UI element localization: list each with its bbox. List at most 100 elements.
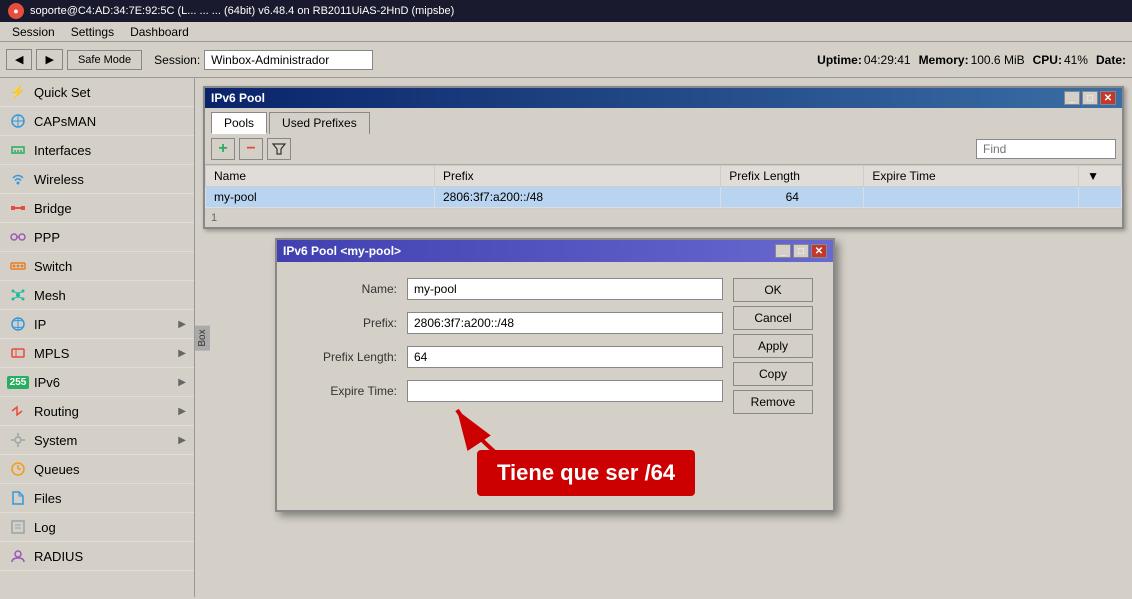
sidebar-item-routing[interactable]: Routing ▶ (0, 397, 194, 426)
prefix-input[interactable] (407, 312, 723, 334)
ipv6-arrow-icon: ▶ (178, 377, 186, 388)
menu-settings[interactable]: Settings (63, 23, 122, 41)
sidebar-item-interfaces[interactable]: Interfaces (0, 136, 194, 165)
window-title: soporte@C4:AD:34:7E:92:5C (L... ... ... … (30, 5, 1124, 17)
expire-time-label: Expire Time: (297, 384, 407, 398)
sidebar-label-ppp: PPP (34, 230, 60, 245)
safe-mode-button[interactable]: Safe Mode (67, 50, 142, 70)
dialog-close-button[interactable]: ✕ (811, 244, 827, 258)
sidebar-item-switch[interactable]: Switch (0, 252, 194, 281)
menu-bar: Session Settings Dashboard (0, 22, 1132, 42)
sidebar-item-mesh[interactable]: Mesh (0, 281, 194, 310)
ip-arrow-icon: ▶ (178, 319, 186, 330)
sidebar-item-ipv6[interactable]: 255 IPv6 ▶ (0, 368, 194, 397)
sidebar-label-queues: Queues (34, 462, 80, 477)
dialog-maximize-button[interactable]: □ (793, 244, 809, 258)
memory-value: 100.6 MiB (971, 53, 1025, 67)
sidebar-label-mpls: MPLS (34, 346, 69, 361)
ppp-icon (8, 227, 28, 247)
sidebar-item-capsman[interactable]: CAPsMAN (0, 107, 194, 136)
sidebar-label-files: Files (34, 491, 61, 506)
ip-icon (8, 314, 28, 334)
cpu-label: CPU: (1033, 53, 1062, 67)
mpls-icon (8, 343, 28, 363)
sidebar-item-mpls[interactable]: MPLS ▶ (0, 339, 194, 368)
sidebar-item-bridge[interactable]: Bridge (0, 194, 194, 223)
date-label: Date: (1096, 53, 1126, 67)
quick-set-icon: ⚡ (8, 82, 28, 102)
dialog-controls: _ □ ✕ (775, 244, 827, 258)
menu-session[interactable]: Session (4, 23, 63, 41)
forward-button[interactable]: ▶ (36, 49, 62, 70)
system-arrow-icon: ▶ (178, 435, 186, 446)
sidebar-item-files[interactable]: Files (0, 484, 194, 513)
sidebar-label-mesh: Mesh (34, 288, 66, 303)
queues-icon (8, 459, 28, 479)
sidebar-item-ip[interactable]: IP ▶ (0, 310, 194, 339)
session-input[interactable] (204, 50, 373, 70)
sidebar-label-system: System (34, 433, 77, 448)
dialog-overlay: IPv6 Pool <my-pool> _ □ ✕ Name: (195, 78, 1132, 597)
routing-icon (8, 401, 28, 421)
sidebar-label-capsman: CAPsMAN (34, 114, 96, 129)
uptime-value: 04:29:41 (864, 53, 911, 67)
mpls-arrow-icon: ▶ (178, 348, 186, 359)
sidebar-label-ip: IP (34, 317, 46, 332)
prefix-length-label: Prefix Length: (297, 350, 407, 364)
name-input[interactable] (407, 278, 723, 300)
ipv6-pool-dialog: IPv6 Pool <my-pool> _ □ ✕ Name: (275, 238, 835, 512)
uptime-label: Uptime: (817, 53, 862, 67)
annotation-area: Tiene que ser /64 (277, 430, 833, 510)
ok-button[interactable]: OK (733, 278, 813, 302)
sidebar-label-ipv6: IPv6 (34, 375, 60, 390)
apply-button[interactable]: Apply (733, 334, 813, 358)
form-row-expire-time: Expire Time: (297, 380, 723, 402)
sidebar-label-radius: RADIUS (34, 549, 83, 564)
system-icon (8, 430, 28, 450)
log-icon (8, 517, 28, 537)
sidebar-item-queues[interactable]: Queues (0, 455, 194, 484)
back-button[interactable]: ◀ (6, 49, 32, 70)
menu-dashboard[interactable]: Dashboard (122, 23, 197, 41)
status-bar: Uptime: 04:29:41 Memory: 100.6 MiB CPU: … (817, 53, 1126, 67)
dialog-titlebar: IPv6 Pool <my-pool> _ □ ✕ (277, 240, 833, 262)
interfaces-icon (8, 140, 28, 160)
cancel-button[interactable]: Cancel (733, 306, 813, 330)
sidebar-label-quick-set: Quick Set (34, 85, 90, 100)
dialog-title: IPv6 Pool <my-pool> (283, 244, 401, 258)
wireless-icon (8, 169, 28, 189)
winbox-label: Box (195, 325, 210, 350)
sidebar-item-radius[interactable]: RADIUS (0, 542, 194, 571)
ipv6-icon: 255 (8, 372, 28, 392)
capsman-icon (8, 111, 28, 131)
sidebar-label-log: Log (34, 520, 56, 535)
form-row-prefix-length: Prefix Length: (297, 346, 723, 368)
prefix-length-input[interactable] (407, 346, 723, 368)
sidebar-label-wireless: Wireless (34, 172, 84, 187)
dialog-minimize-button[interactable]: _ (775, 244, 791, 258)
remove-button[interactable]: Remove (733, 390, 813, 414)
sidebar-item-ppp[interactable]: PPP (0, 223, 194, 252)
toolbar: ◀ ▶ Safe Mode Session: Uptime: 04:29:41 … (0, 42, 1132, 78)
sidebar-label-bridge: Bridge (34, 201, 72, 216)
mesh-icon (8, 285, 28, 305)
dialog-inner: Name: Prefix: Prefix Length: Expire (277, 262, 833, 430)
sidebar-item-quick-set[interactable]: ⚡ Quick Set (0, 78, 194, 107)
annotation-label: Tiene que ser /64 (477, 450, 695, 496)
main-layout: ⚡ Quick Set CAPsMAN Interfaces Wireless (0, 78, 1132, 597)
expire-time-input[interactable] (407, 380, 723, 402)
sidebar-item-log[interactable]: Log (0, 513, 194, 542)
top-bar: ● soporte@C4:AD:34:7E:92:5C (L... ... ..… (0, 0, 1132, 22)
copy-button[interactable]: Copy (733, 362, 813, 386)
form-row-prefix: Prefix: (297, 312, 723, 334)
switch-icon (8, 256, 28, 276)
memory-label: Memory: (919, 53, 969, 67)
sidebar: ⚡ Quick Set CAPsMAN Interfaces Wireless (0, 78, 195, 597)
form-row-name: Name: (297, 278, 723, 300)
app-icon: ● (8, 3, 24, 19)
sidebar-item-wireless[interactable]: Wireless (0, 165, 194, 194)
sidebar-label-routing: Routing (34, 404, 79, 419)
cpu-value: 41% (1064, 53, 1088, 67)
radius-icon (8, 546, 28, 566)
sidebar-item-system[interactable]: System ▶ (0, 426, 194, 455)
